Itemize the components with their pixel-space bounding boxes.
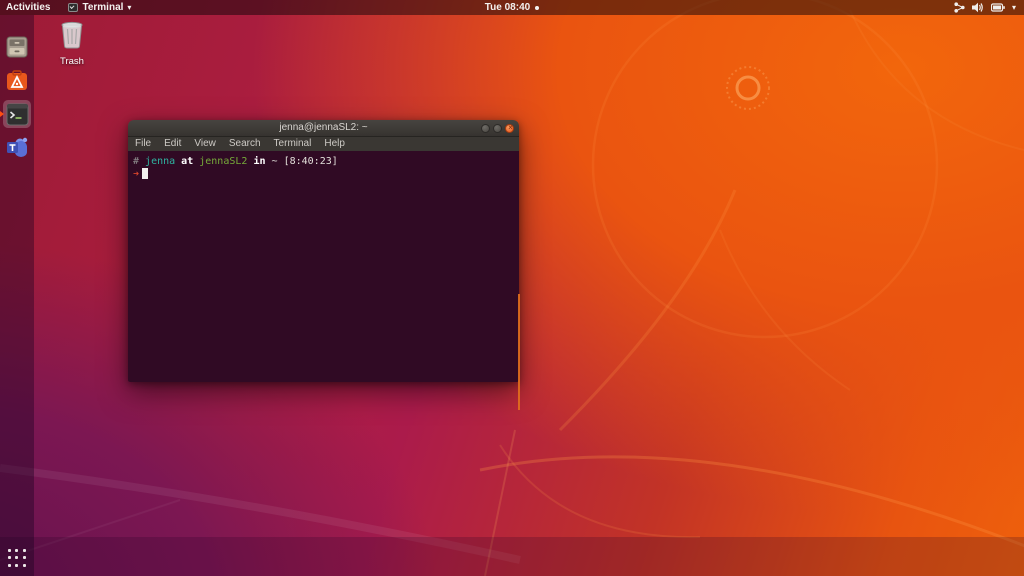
activities-button[interactable]: Activities	[0, 0, 60, 15]
maximize-button[interactable]	[493, 124, 502, 133]
menu-file[interactable]: File	[135, 139, 151, 149]
network-icon	[954, 2, 965, 13]
terminal-window: jenna@jennaSL2: ~ File Edit View Search …	[128, 120, 519, 382]
prompt-arrow: ➜	[133, 169, 139, 180]
terminal-icon	[6, 103, 29, 126]
close-button[interactable]	[505, 124, 514, 133]
trash-label: Trash	[50, 56, 94, 67]
terminal-content[interactable]: # jenna at jennaSL2 in ~ [8:40:23] ➜	[128, 151, 519, 382]
prompt-in: in	[247, 156, 271, 167]
dock-item-files[interactable]	[4, 34, 30, 60]
menu-help[interactable]: Help	[324, 139, 345, 149]
terminal-menubar: File Edit View Search Terminal Help	[128, 137, 519, 151]
dock-item-teams[interactable]	[4, 134, 30, 160]
system-tray[interactable]: ▾	[946, 0, 1024, 15]
terminal-titlebar[interactable]: jenna@jennaSL2: ~	[128, 120, 519, 137]
trash-desktop-icon[interactable]: Trash	[50, 21, 94, 67]
prompt-host: jennaSL2	[199, 156, 247, 167]
teams-icon	[5, 135, 29, 159]
show-applications-button[interactable]	[8, 549, 27, 568]
files-icon	[5, 35, 29, 59]
caret-down-icon: ▾	[1012, 4, 1016, 12]
dock-item-terminal[interactable]	[3, 100, 31, 128]
menu-terminal[interactable]: Terminal	[274, 139, 312, 149]
window-title: jenna@jennaSL2: ~	[279, 123, 367, 133]
notification-dot-icon	[535, 6, 539, 10]
minimize-button[interactable]	[481, 124, 490, 133]
trash-icon	[59, 21, 85, 49]
prompt-at: at	[175, 156, 199, 167]
prompt-user: jenna	[145, 156, 175, 167]
scrollbar[interactable]	[518, 294, 520, 410]
menu-search[interactable]: Search	[229, 139, 261, 149]
input-line: ➜	[133, 168, 514, 181]
volume-icon	[972, 2, 984, 13]
menu-edit[interactable]: Edit	[164, 139, 181, 149]
dock-item-ubuntu-software[interactable]	[4, 68, 30, 94]
menu-view[interactable]: View	[194, 139, 216, 149]
battery-icon	[991, 2, 1005, 13]
text-cursor	[142, 168, 148, 179]
prompt-time: [8:40:23]	[278, 156, 338, 167]
app-menu-terminal[interactable]: Terminal ▾	[60, 0, 139, 15]
clock[interactable]: Tue 08:40	[485, 2, 530, 13]
terminal-app-icon	[68, 3, 78, 12]
app-menu-label: Terminal	[82, 2, 123, 13]
prompt-hash: #	[133, 156, 145, 167]
caret-down-icon: ▾	[127, 4, 131, 12]
prompt-line: # jenna at jennaSL2 in ~ [8:40:23]	[133, 156, 514, 168]
wallpaper-ground-band	[0, 537, 1024, 576]
top-bar: Activities Terminal ▾ Tue 08:40 ▾	[0, 0, 1024, 15]
dock	[0, 15, 34, 576]
ubuntu-software-icon	[5, 69, 29, 93]
